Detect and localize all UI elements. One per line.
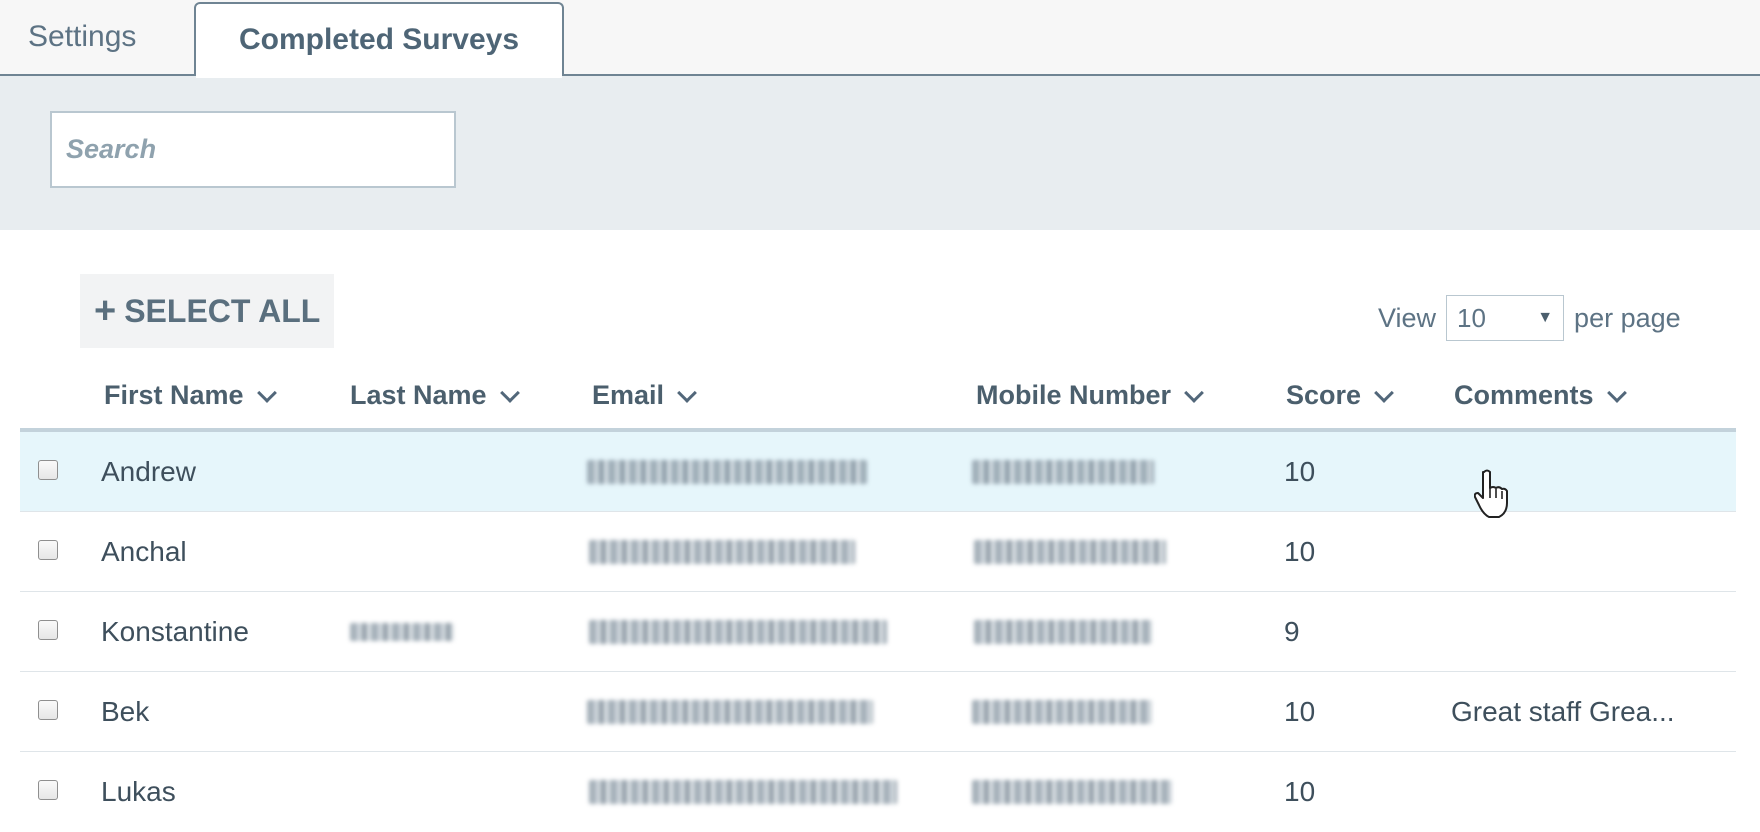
score-cell: 10: [1284, 536, 1316, 567]
column-label: Mobile Number: [976, 380, 1172, 410]
column-label: First Name: [104, 380, 244, 410]
tab-completed-surveys[interactable]: Completed Surveys: [194, 2, 564, 78]
redacted-mobile-number: [972, 780, 1172, 804]
column-header-comments[interactable]: Comments: [1454, 380, 1627, 411]
per-page-value: 10: [1457, 302, 1486, 333]
redacted-email: [589, 620, 887, 644]
score-cell: 10: [1284, 696, 1316, 727]
first-name-cell: Andrew: [101, 456, 196, 487]
chevron-down-icon: [1374, 382, 1394, 403]
select-all-label: SELECT ALL: [124, 292, 321, 329]
table-row[interactable]: Konstantine 9: [20, 592, 1736, 672]
redacted-mobile-number: [974, 620, 1152, 644]
chevron-down-icon: [1606, 382, 1627, 403]
column-header-email[interactable]: Email: [592, 380, 697, 411]
tab-settings[interactable]: Settings: [28, 0, 136, 74]
surveys-table: First Name Last Name Email Mobile Number…: [20, 368, 1736, 832]
column-header-last-name[interactable]: Last Name: [350, 380, 520, 411]
first-name-cell: Lukas: [101, 776, 176, 807]
column-label: Comments: [1454, 380, 1594, 410]
chevron-down-icon: [677, 382, 697, 403]
per-page-select[interactable]: 10 ▼: [1446, 295, 1565, 341]
score-cell: 10: [1284, 456, 1316, 487]
hand-cursor-icon: [1474, 469, 1508, 518]
score-cell: 9: [1284, 616, 1300, 647]
column-header-first-name[interactable]: First Name: [104, 380, 277, 411]
redacted-email: [587, 460, 867, 484]
score-cell: 10: [1284, 776, 1316, 807]
redacted-email: [587, 700, 873, 724]
column-header-mobile-number[interactable]: Mobile Number: [976, 380, 1204, 411]
row-checkbox[interactable]: [38, 780, 58, 800]
column-label: Last Name: [350, 380, 487, 410]
table-header: First Name Last Name Email Mobile Number…: [20, 368, 1736, 432]
column-label: Email: [592, 380, 665, 410]
redacted-email: [589, 540, 855, 564]
chevron-down-icon: [256, 382, 277, 403]
per-page-label: per page: [1574, 302, 1681, 333]
redacted-mobile-number: [972, 700, 1152, 724]
view-label: View: [1378, 302, 1437, 333]
first-name-cell: Anchal: [101, 536, 187, 567]
search-panel: [0, 76, 1760, 230]
row-checkbox[interactable]: [38, 700, 58, 720]
column-header-score[interactable]: Score: [1286, 380, 1394, 411]
redacted-last-name: [350, 623, 454, 641]
chevron-down-icon: [499, 382, 520, 403]
table-row[interactable]: Bek 10 Great staff Grea...: [20, 672, 1736, 752]
per-page-control: View 10 ▼ per page: [1378, 294, 1681, 342]
row-checkbox[interactable]: [38, 620, 58, 640]
select-all-button[interactable]: + SELECT ALL: [80, 274, 334, 348]
redacted-mobile-number: [974, 540, 1166, 564]
row-checkbox[interactable]: [38, 460, 58, 480]
column-label: Score: [1286, 380, 1362, 410]
plus-icon: +: [94, 290, 117, 332]
table-row[interactable]: Anchal 10: [20, 512, 1736, 592]
chevron-down-icon: [1184, 382, 1204, 403]
search-input[interactable]: [50, 111, 456, 188]
table-row[interactable]: Lukas 10: [20, 752, 1736, 832]
first-name-cell: Bek: [101, 696, 150, 727]
row-checkbox[interactable]: [38, 540, 58, 560]
first-name-cell: Konstantine: [101, 616, 249, 647]
dropdown-arrow-icon: ▼: [1537, 309, 1554, 326]
redacted-mobile-number: [972, 460, 1154, 484]
comments-cell: Great staff Grea...: [1451, 696, 1675, 727]
redacted-email: [589, 780, 897, 804]
tab-bar: Settings Completed Surveys: [0, 0, 1760, 78]
